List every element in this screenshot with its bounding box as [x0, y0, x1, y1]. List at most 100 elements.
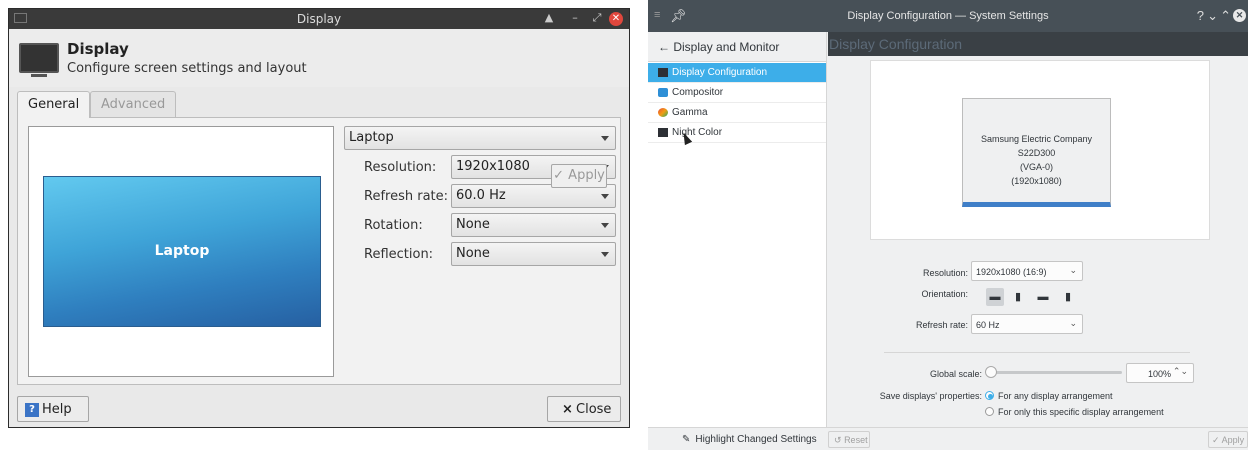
rotation-label: Rotation:: [364, 218, 423, 233]
rotation-select[interactable]: None: [451, 213, 616, 237]
help-button[interactable]: ? Help: [17, 396, 89, 422]
chevron-down-icon: ⌄: [1069, 318, 1077, 328]
xfce-header-subtitle: Configure screen settings and layout: [67, 61, 307, 76]
chevron-down-icon: [601, 136, 609, 141]
refresh-rate-value: 60.0 Hz: [456, 188, 506, 203]
help-question-icon[interactable]: ?: [1197, 8, 1204, 23]
apply-button[interactable]: ✓ Apply: [551, 164, 607, 188]
sidebar-header-label: Display and Monitor: [673, 40, 780, 54]
global-scale-spinbox[interactable]: 100% ⌃⌄: [1126, 363, 1194, 383]
tab-advanced[interactable]: Advanced: [90, 91, 177, 117]
resolution-combo[interactable]: 1920x1080 (16:9) ⌄: [971, 261, 1083, 281]
help-button-label: Help: [42, 402, 72, 417]
highlight-label: Highlight Changed Settings: [695, 434, 817, 445]
compositor-icon: [658, 88, 668, 97]
save-properties-label: Save displays' properties:: [879, 391, 982, 401]
xfce-header: Display Configure screen settings and la…: [9, 29, 629, 87]
resolution-label: Resolution:: [922, 268, 968, 278]
reflection-select[interactable]: None: [451, 242, 616, 266]
monitor-icon: [658, 68, 668, 77]
sidebar-item-night-color[interactable]: Night Color: [648, 123, 826, 143]
kde-footer: ✎ Highlight Changed Settings ↺ Reset ✓ Ap…: [648, 427, 1248, 450]
reset-button[interactable]: ↺ Reset: [828, 431, 870, 448]
sidebar-item-compositor[interactable]: Compositor: [648, 83, 826, 103]
monitor-resolution: (1920x1080): [1011, 176, 1062, 186]
output-select[interactable]: Laptop: [344, 126, 616, 150]
reflection-label: Reflection:: [364, 247, 434, 262]
monitor-output-tile[interactable]: Samsung Electric Company S22D300 (VGA-0)…: [962, 98, 1111, 207]
chevron-down-icon: [601, 223, 609, 228]
apply-button[interactable]: ✓ Apply: [1208, 431, 1248, 448]
refresh-rate-value: 60 Hz: [976, 320, 1000, 330]
check-icon: ✓: [553, 168, 565, 183]
close-icon[interactable]: ✕: [1233, 9, 1246, 22]
orientation-portrait-right-icon[interactable]: ▮: [1059, 288, 1077, 306]
kde-titlebar[interactable]: ≡ 📌︎ Display Configuration — System Sett…: [648, 0, 1248, 32]
sidebar-item-label: Display Configuration: [672, 67, 768, 78]
refresh-rate-label: Refresh rate:: [915, 320, 968, 330]
close-button[interactable]: × Close: [547, 396, 621, 422]
pen-icon: ✎: [682, 434, 691, 445]
orientation-label: Orientation:: [921, 289, 968, 299]
xfce-titlebar[interactable]: Display ▲ – ⤢ ✕: [9, 9, 629, 29]
reset-icon: ↺: [834, 435, 842, 445]
rotation-value: None: [456, 217, 490, 232]
highlight-changed-settings-button[interactable]: ✎ Highlight Changed Settings: [682, 434, 817, 445]
section-divider: [884, 352, 1190, 353]
refresh-rate-label: Refresh rate:: [364, 189, 449, 204]
global-scale-slider-handle[interactable]: [985, 366, 997, 378]
shade-icon[interactable]: ▲: [541, 11, 557, 24]
night-color-icon: [658, 128, 668, 137]
orientation-landscape-flipped-icon[interactable]: ▬: [1034, 288, 1052, 306]
global-scale-label: Global scale:: [929, 369, 982, 379]
monitor-name: Samsung Electric Company S22D300: [980, 134, 1093, 158]
orientation-portrait-left-icon[interactable]: ▮: [1009, 288, 1027, 306]
preview-screen-label: Laptop: [154, 243, 210, 259]
radio-specific-arrangement-label: For only this specific display arrangeme…: [998, 407, 1164, 417]
reflection-value: None: [456, 246, 490, 261]
maximize-icon[interactable]: ⌃: [1220, 8, 1231, 24]
sidebar-item-label: Compositor: [672, 87, 724, 98]
general-tab-panel: Laptop Laptop Resolution: 1920x1080 Refr…: [17, 117, 621, 385]
gamma-icon: [658, 108, 668, 117]
sidebar-item-label: Night Color: [672, 127, 723, 138]
kde-system-settings-window: ≡ 📌︎ Display Configuration — System Sett…: [648, 0, 1248, 450]
kde-sidebar: ← Display and Monitor Display Configurat…: [648, 32, 827, 427]
refresh-rate-combo[interactable]: 60 Hz ⌄: [971, 314, 1083, 334]
sidebar-item-label: Gamma: [672, 107, 708, 118]
resolution-value: 1920x1080 (16:9): [976, 267, 1047, 277]
sidebar-item-display-configuration[interactable]: Display Configuration: [648, 63, 826, 83]
resolution-value: 1920x1080: [456, 159, 530, 174]
check-icon: ✓: [1212, 435, 1220, 445]
xfce-header-title: Display: [67, 40, 129, 58]
sidebar-item-gamma[interactable]: Gamma: [648, 103, 826, 123]
reset-label: Reset: [844, 435, 868, 445]
close-x-icon: ×: [562, 402, 573, 417]
sidebar-back-header[interactable]: ← Display and Monitor: [648, 32, 826, 62]
minimize-icon[interactable]: –: [567, 11, 583, 24]
spin-updown-icon[interactable]: ⌃⌄: [1173, 366, 1188, 377]
laptop-screen-preview[interactable]: Laptop: [43, 176, 321, 327]
apply-label: Apply: [1221, 435, 1245, 445]
close-icon[interactable]: ✕: [609, 12, 623, 26]
tab-general[interactable]: General: [17, 91, 91, 118]
maximize-icon[interactable]: ⤢: [589, 11, 605, 25]
minimize-icon[interactable]: ⌄: [1207, 8, 1218, 24]
radio-any-arrangement[interactable]: [985, 391, 994, 400]
chevron-down-icon: [601, 252, 609, 257]
chevron-down-icon: ⌄: [1069, 265, 1077, 275]
global-scale-slider[interactable]: [988, 371, 1122, 374]
xfce-display-window: Display ▲ – ⤢ ✕ Display Configure screen…: [8, 8, 630, 428]
radio-any-arrangement-label: For any display arrangement: [998, 391, 1113, 401]
monitor-connector: (VGA-0): [1019, 162, 1053, 172]
orientation-landscape-icon[interactable]: ▬: [986, 288, 1004, 306]
page-title-bar: Display Configuration: [828, 32, 1248, 56]
apply-button-label: Apply: [568, 168, 605, 183]
display-preview-area: Laptop: [28, 126, 334, 377]
xfce-window-title: Display: [296, 12, 342, 26]
back-arrow-icon: ←: [658, 40, 670, 54]
global-scale-value: 100%: [1147, 369, 1171, 379]
screen-layout-view: Samsung Electric Company S22D300 (VGA-0)…: [870, 60, 1210, 240]
close-button-label: Close: [576, 402, 612, 417]
radio-specific-arrangement[interactable]: [985, 407, 994, 416]
